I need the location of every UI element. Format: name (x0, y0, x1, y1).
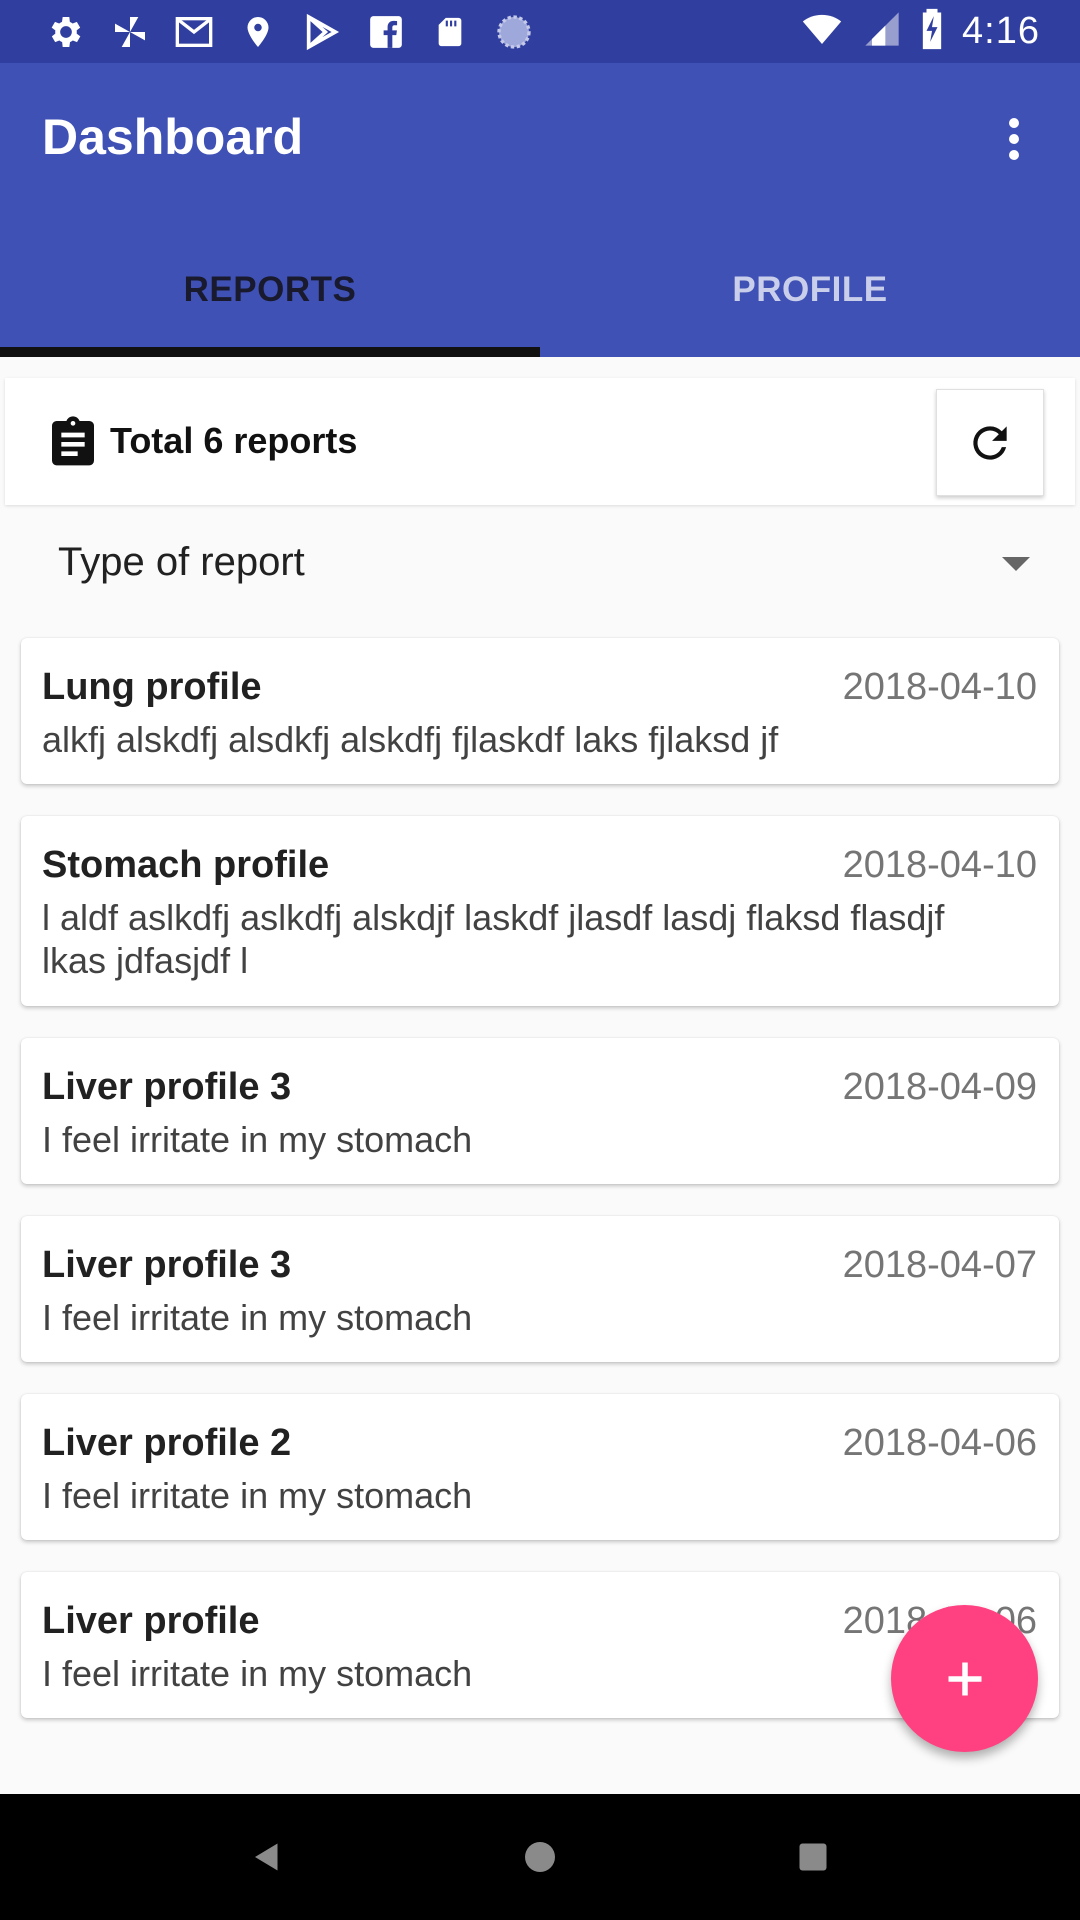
back-triangle-icon (254, 1843, 278, 1871)
summary-card: Total 6 reports (5, 378, 1075, 505)
sd-card-icon (430, 12, 470, 52)
report-date: 2018-04-10 (842, 666, 1037, 708)
app-bar: Dashboard REPORTS PROFILE (0, 63, 1080, 357)
clock: 4:16 (962, 10, 1040, 52)
report-date: 2018-04-09 (842, 1066, 1037, 1108)
pinwheel-icon (110, 12, 150, 52)
report-type-selected: Type of report (58, 540, 305, 584)
report-title: Stomach profile (42, 844, 330, 886)
refresh-button[interactable] (936, 389, 1044, 496)
system-icons: 4:16 (798, 7, 1040, 56)
report-title: Liver profile (42, 1600, 260, 1642)
tab-profile[interactable]: PROFILE (540, 223, 1080, 357)
settings-icon (46, 12, 86, 52)
report-date: 2018-04-07 (842, 1244, 1037, 1286)
report-card[interactable]: Lung profile 2018-04-10 alkfj alskdfj al… (21, 638, 1059, 784)
battery-charging-icon (918, 7, 946, 56)
report-description: I feel irritate in my stomach (42, 1297, 473, 1338)
report-card[interactable]: Liver profile 3 2018-04-09 I feel irrita… (21, 1038, 1059, 1184)
facebook-icon (366, 12, 406, 52)
recents-square-icon (799, 1843, 827, 1871)
signal-icon (862, 9, 902, 54)
more-options-button[interactable] (978, 103, 1050, 175)
notification-icons (46, 12, 534, 52)
report-count: Total 6 reports (110, 420, 358, 461)
recents-button[interactable] (773, 1817, 853, 1897)
home-button[interactable] (500, 1817, 580, 1897)
back-button[interactable] (227, 1817, 307, 1897)
tab-reports-label: REPORTS (183, 270, 357, 309)
report-title: Liver profile 3 (42, 1066, 292, 1108)
report-date: 2018-04-06 (842, 1422, 1037, 1464)
report-card[interactable]: Stomach profile 2018-04-10 l aldf aslkdf… (21, 816, 1059, 1006)
location-icon (238, 12, 278, 52)
tab-indicator (0, 347, 540, 357)
status-bar: 4:16 (0, 0, 1080, 63)
add-icon (948, 1662, 981, 1695)
report-title: Liver profile 2 (42, 1422, 292, 1464)
report-description: I feel irritate in my stomach (42, 1653, 473, 1694)
tab-reports[interactable]: REPORTS (0, 223, 540, 357)
report-type-dropdown[interactable]: Type of report (0, 530, 1080, 600)
add-report-button[interactable] (891, 1605, 1038, 1752)
wifi-icon (798, 9, 846, 54)
home-circle-icon (524, 1842, 555, 1872)
report-date: 2018-04-10 (842, 844, 1037, 886)
gmail-icon (174, 12, 214, 52)
report-card[interactable]: Liver profile 2 2018-04-06 I feel irrita… (21, 1394, 1059, 1540)
navigation-bar (0, 1794, 1080, 1920)
refresh-icon (973, 425, 1007, 460)
dropdown-arrow-icon (1002, 557, 1030, 571)
report-title: Lung profile (42, 666, 262, 708)
sync-circle-icon (494, 12, 534, 52)
report-card[interactable]: Liver profile 3 2018-04-07 I feel irrita… (21, 1216, 1059, 1362)
more-vert-icon (1009, 118, 1019, 160)
clipboard-icon (52, 416, 94, 466)
report-description: alkfj alskdfj alsdkfj alskdfj fjlaskdf l… (42, 719, 779, 760)
play-store-icon (302, 12, 342, 52)
report-description: l aldf aslkdfj aslkdfj alskdjf laskdf jl… (42, 897, 945, 981)
report-description: I feel irritate in my stomach (42, 1475, 473, 1516)
report-title: Liver profile 3 (42, 1244, 292, 1286)
tab-profile-label: PROFILE (732, 270, 888, 309)
tab-bar: REPORTS PROFILE (0, 223, 1080, 357)
report-description: I feel irritate in my stomach (42, 1119, 473, 1160)
page-title: Dashboard (42, 109, 304, 165)
